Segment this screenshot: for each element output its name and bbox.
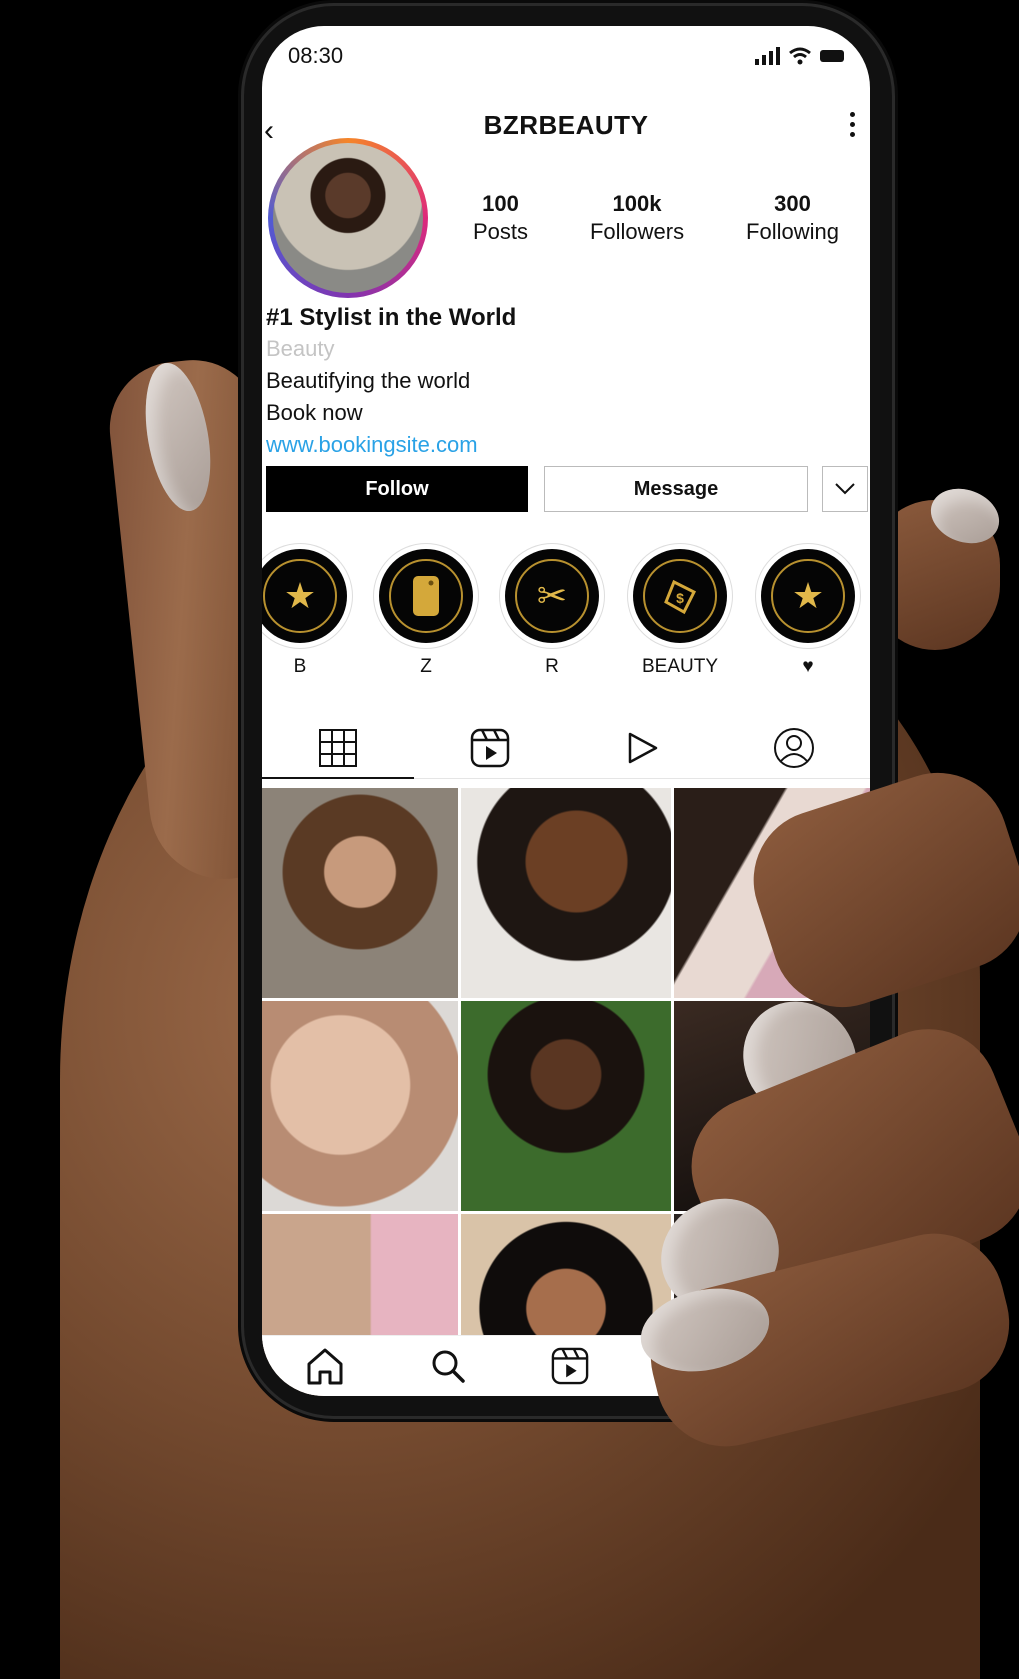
highlight-label: B xyxy=(293,656,307,677)
tab-tagged[interactable] xyxy=(718,718,870,778)
svg-text:$: $ xyxy=(676,590,684,606)
tab-videos[interactable] xyxy=(566,718,718,778)
post-thumbnail[interactable] xyxy=(461,788,671,998)
stat-following[interactable]: 300 Following xyxy=(746,191,839,245)
highlight-item[interactable]: ✂ R xyxy=(500,544,604,678)
home-icon[interactable] xyxy=(305,1346,345,1386)
more-options-icon[interactable] xyxy=(850,112,858,137)
play-icon xyxy=(628,732,658,764)
star-icon: ★ xyxy=(263,559,337,633)
status-bar: 08:30 xyxy=(288,40,844,72)
display-name: #1 Stylist in the World xyxy=(266,304,517,331)
highlight-label: Z xyxy=(420,656,432,677)
follow-button[interactable]: Follow xyxy=(266,466,528,512)
profile-bio: #1 Stylist in the World Beauty Beautifyi… xyxy=(266,304,866,458)
phone-icon xyxy=(389,559,463,633)
price-tag-icon: $ xyxy=(643,559,717,633)
bio-line: Beautifying the world xyxy=(266,368,471,393)
highlight-label: BEAUTY xyxy=(641,656,719,677)
message-button[interactable]: Message xyxy=(544,466,808,512)
battery-icon xyxy=(820,50,844,62)
avatar-photo xyxy=(273,143,423,293)
reels-icon xyxy=(470,728,510,768)
suggested-dropdown-button[interactable] xyxy=(822,466,868,512)
tab-posts[interactable] xyxy=(262,718,414,779)
star-icon: ★ xyxy=(771,559,845,633)
highlight-label: R xyxy=(545,656,559,677)
status-icons xyxy=(755,47,844,65)
stat-label: Followers xyxy=(589,219,685,244)
status-time: 08:30 xyxy=(288,43,344,68)
highlight-item[interactable]: Z xyxy=(374,544,478,678)
stat-posts[interactable]: 100 Posts xyxy=(473,191,528,245)
reels-nav-icon[interactable] xyxy=(551,1347,589,1385)
grid-icon xyxy=(319,729,357,767)
profile-username: BZRBEAUTY xyxy=(483,110,649,140)
wifi-icon xyxy=(789,47,811,65)
avatar[interactable] xyxy=(268,138,428,298)
post-thumbnail[interactable] xyxy=(461,1001,671,1211)
highlight-item[interactable]: ★ ♥ xyxy=(756,544,860,678)
profile-actions: Follow Message xyxy=(266,466,868,512)
tagged-icon xyxy=(774,728,814,768)
search-icon[interactable] xyxy=(430,1348,466,1384)
profile-category: Beauty xyxy=(266,336,335,361)
chevron-down-icon xyxy=(835,483,855,495)
bio-line: Book now xyxy=(266,400,363,425)
stat-value: 100 xyxy=(482,191,519,216)
post-thumbnail[interactable] xyxy=(262,1001,458,1211)
profile-tabs xyxy=(262,718,870,779)
story-highlights: ★ B Z ✂ R $ BEAUTY ★ ♥ xyxy=(262,544,870,677)
profile-link[interactable]: www.bookingsite.com xyxy=(266,432,866,458)
highlight-label: ♥ xyxy=(802,656,814,677)
tab-reels[interactable] xyxy=(414,718,566,778)
stat-value: 100k xyxy=(612,191,662,216)
stat-value: 300 xyxy=(774,191,811,216)
stat-label: Posts xyxy=(472,219,528,244)
profile-stats: 100 Posts 100k Followers 300 Following xyxy=(442,191,870,245)
scissors-icon: ✂ xyxy=(515,559,589,633)
highlight-item[interactable]: $ BEAUTY xyxy=(628,544,732,678)
post-thumbnail[interactable] xyxy=(262,788,458,998)
signal-icon xyxy=(755,47,780,65)
stat-followers[interactable]: 100k Followers xyxy=(590,191,684,245)
highlight-item[interactable]: ★ B xyxy=(262,544,352,678)
stat-label: Following xyxy=(746,219,839,244)
